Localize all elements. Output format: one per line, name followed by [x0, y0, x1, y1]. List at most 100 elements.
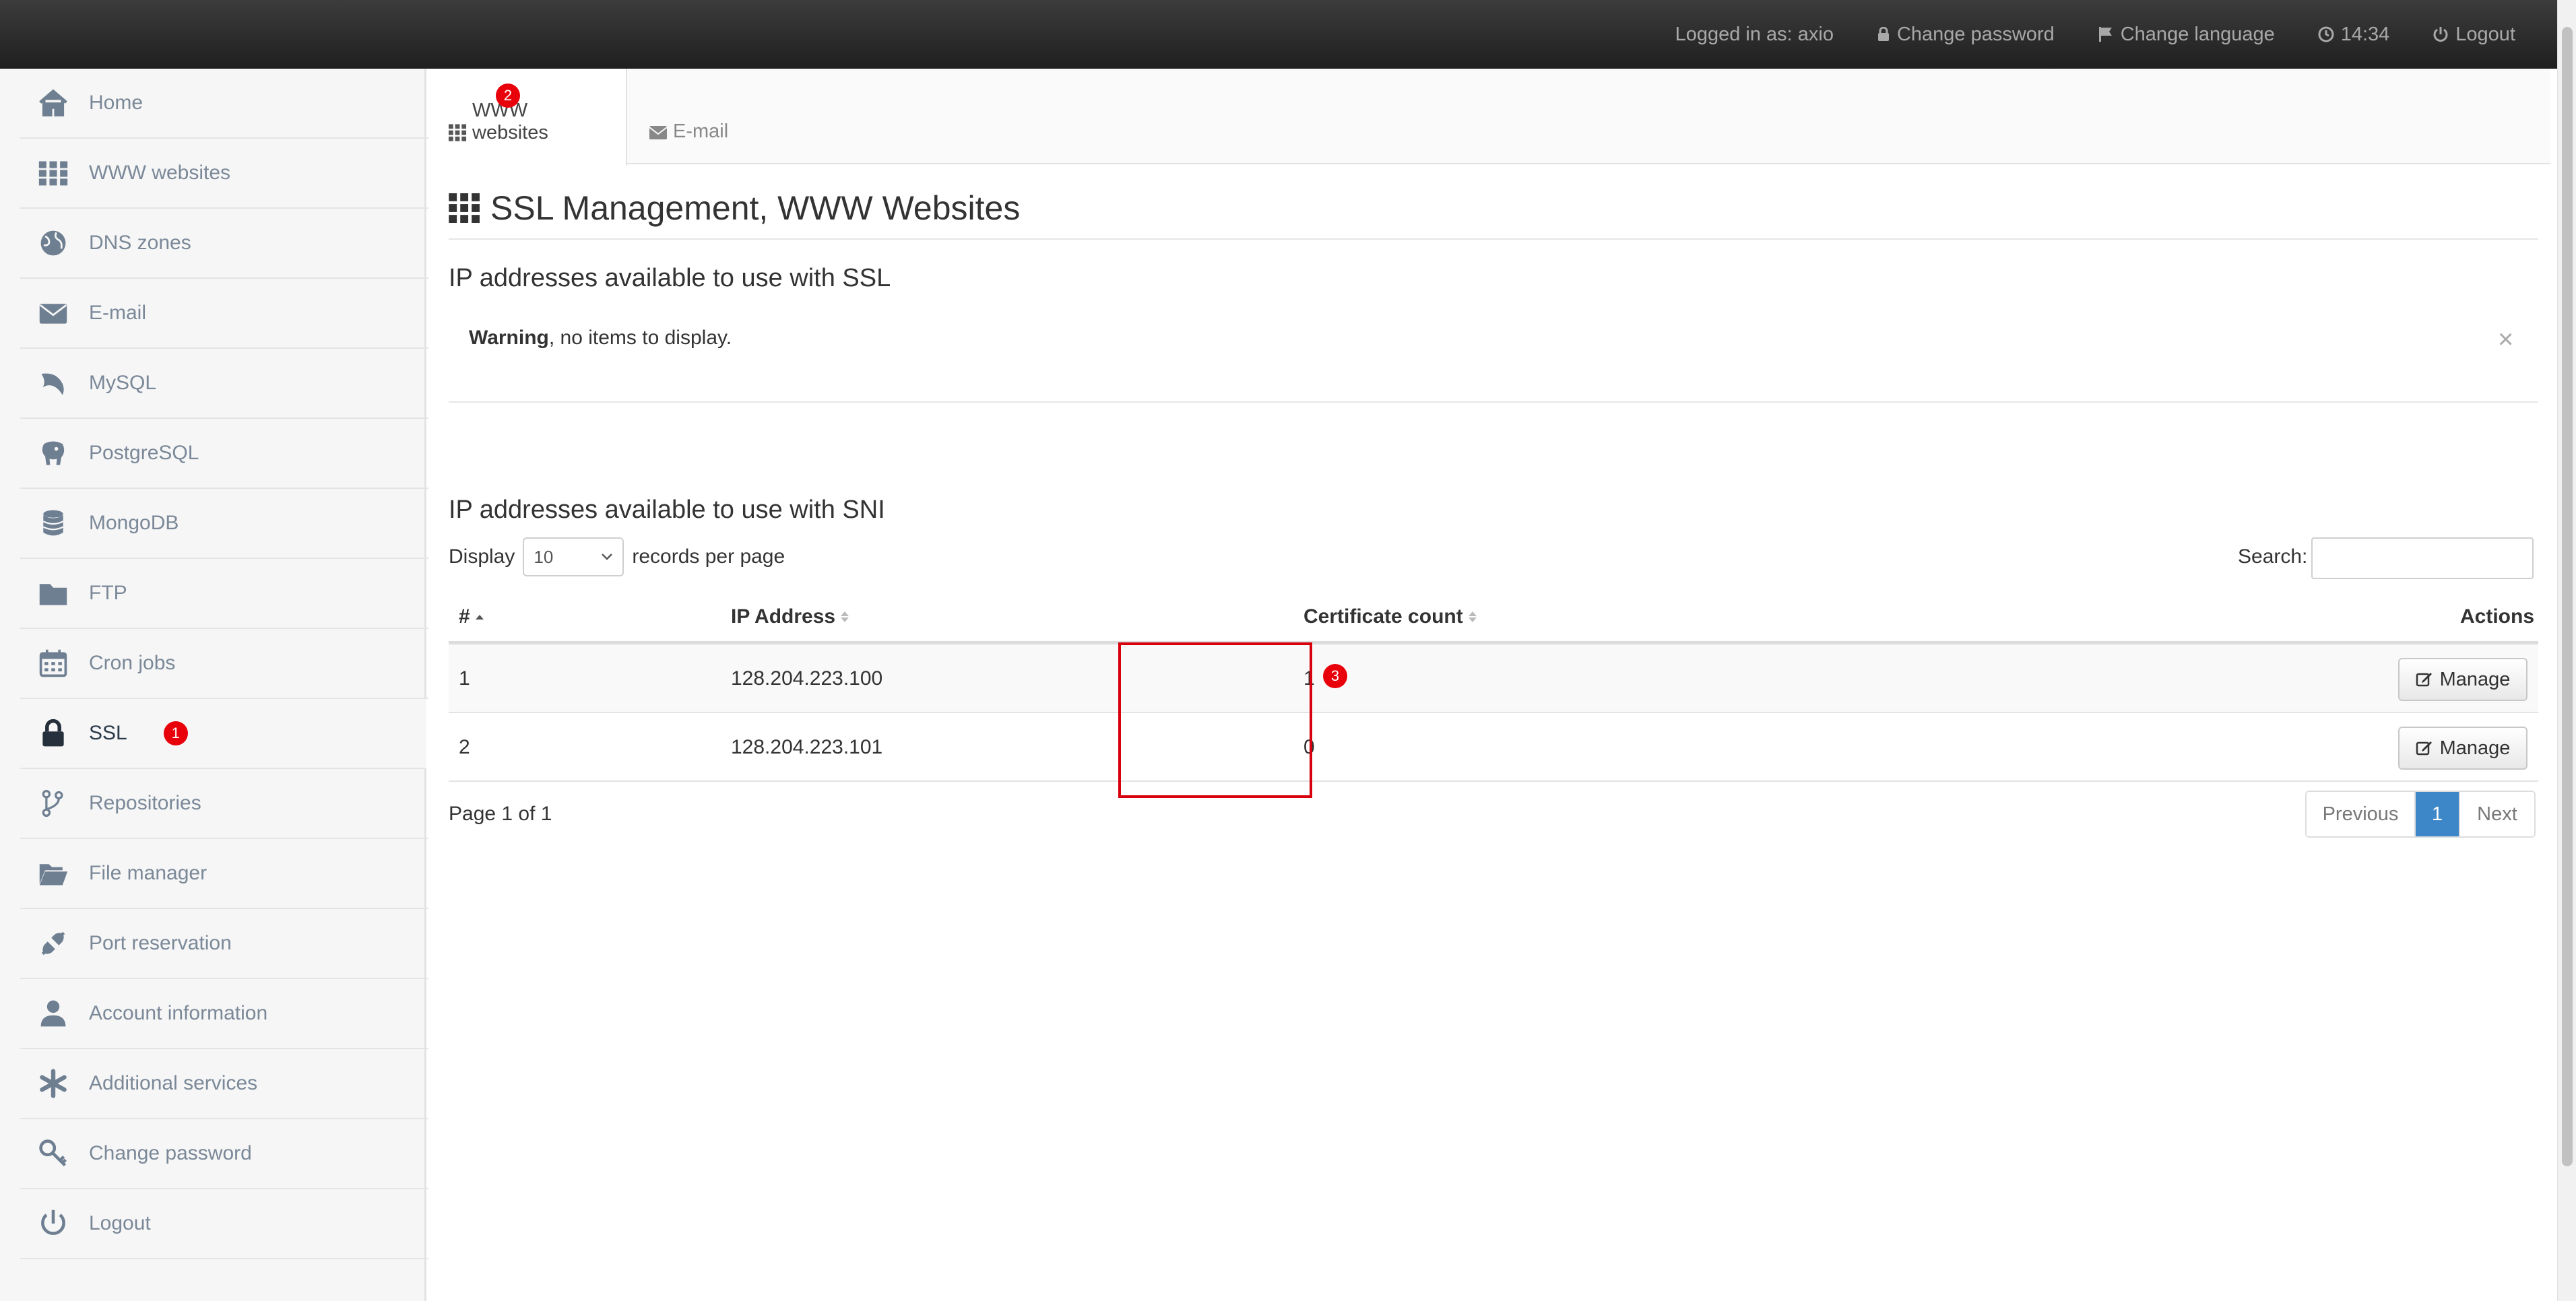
sidebar-item-mysql[interactable]: MySQL	[20, 349, 451, 419]
divider	[449, 238, 2538, 240]
column-header-num[interactable]: #	[459, 605, 484, 628]
table-row: 1 128.204.223.100 1 Manage	[449, 644, 2538, 713]
folder-icon	[36, 576, 70, 610]
logout-link[interactable]: Logout	[2433, 24, 2515, 46]
cell-ip: 128.204.223.101	[731, 736, 883, 758]
sidebar-item-www-websites[interactable]: WWW websites	[20, 139, 451, 209]
sidebar-item-ftp[interactable]: FTP	[20, 559, 451, 629]
envelope-icon	[649, 126, 668, 139]
calendar-icon	[36, 646, 70, 680]
sidebar-item-label: MySQL	[89, 372, 157, 394]
close-icon[interactable]: ×	[2498, 325, 2513, 355]
sidebar-item-cron-jobs[interactable]: Cron jobs	[20, 629, 451, 699]
pagination-previous[interactable]: Previous	[2307, 792, 2416, 836]
grid-icon	[449, 193, 480, 223]
sidebar-badge: 1	[163, 721, 188, 745]
sidebar-item-additional-services[interactable]: Additional services	[20, 1049, 451, 1119]
sidebar-item-label: Logout	[89, 1212, 151, 1234]
change-language-text: Change language	[2120, 23, 2275, 45]
warning-text: , no items to display.	[548, 327, 732, 349]
sort-icon	[475, 614, 484, 620]
sidebar-item-repositories[interactable]: Repositories	[20, 769, 451, 839]
sidebar-item-label: File manager	[89, 862, 207, 884]
cell-num: 1	[459, 667, 470, 690]
manage-button[interactable]: Manage	[2398, 727, 2527, 770]
change-password-link[interactable]: Change password	[1877, 24, 2055, 46]
sort-icon	[1468, 611, 1477, 622]
column-header-cert-label: Certificate count	[1303, 605, 1463, 628]
change-language-link[interactable]: Change language	[2098, 24, 2275, 46]
logout-text: Logout	[2455, 23, 2515, 45]
manage-button-label: Manage	[2439, 737, 2511, 759]
tab-www-websites[interactable]: 2 WWW websites	[428, 69, 627, 166]
logged-in-text: Logged in as: axio	[1675, 23, 1834, 45]
power-icon	[36, 1207, 70, 1240]
scrollbar-thumb[interactable]	[2562, 27, 2573, 1166]
main-content: 2 WWW websites E-mail SSL Management, WW…	[428, 69, 2550, 1301]
top-nav-links: Logged in as: axio Change password Chang…	[1675, 0, 2515, 69]
grid-icon	[449, 124, 467, 141]
branch-icon	[36, 787, 70, 820]
manage-button-label: Manage	[2439, 668, 2511, 690]
records-per-page-control: Display 10 records per page	[449, 537, 785, 576]
sidebar-item-logout[interactable]: Logout	[20, 1189, 451, 1259]
pagination-next[interactable]: Next	[2460, 792, 2534, 836]
scrollbar[interactable]	[2557, 0, 2576, 1301]
sidebar-item-label: FTP	[89, 582, 127, 604]
sidebar-item-account-information[interactable]: Account information	[20, 979, 451, 1049]
plug-icon	[36, 927, 70, 960]
column-header-actions: Actions	[2460, 605, 2534, 628]
clock-text: 14:34	[2340, 23, 2390, 45]
lock-icon	[36, 716, 70, 750]
pagination-page-1[interactable]: 1	[2416, 792, 2460, 836]
tab-www-websites-label: WWW websites	[472, 100, 548, 143]
elephant-icon	[36, 436, 70, 470]
sidebar-item-ssl[interactable]: SSL 1	[20, 699, 445, 769]
column-header-num-label: #	[459, 605, 470, 628]
edit-icon	[2416, 673, 2432, 687]
column-header-ip-label: IP Address	[731, 605, 836, 628]
column-header-ip[interactable]: IP Address	[731, 605, 849, 628]
envelope-icon	[36, 296, 70, 330]
pagination: Previous 1 Next	[2305, 791, 2536, 838]
logged-in-label: Logged in as: axio	[1675, 24, 1834, 46]
flag-icon	[2098, 27, 2112, 42]
sidebar-item-file-manager[interactable]: File manager	[20, 839, 451, 909]
sidebar-item-label: Change password	[89, 1142, 252, 1164]
manage-button[interactable]: Manage	[2398, 658, 2527, 701]
sidebar-item-home[interactable]: Home	[20, 69, 451, 139]
home-icon	[36, 86, 70, 120]
ssl-section-title: IP addresses available to use with SSL	[449, 264, 891, 292]
chevron-down-icon	[602, 554, 613, 560]
sidebar-item-label: Port reservation	[89, 932, 232, 954]
tab-email[interactable]: E-mail	[629, 69, 750, 164]
sidebar-item-label: E-mail	[89, 302, 147, 324]
tab-bar: 2 WWW websites E-mail	[428, 69, 2550, 166]
sidebar-item-label: Cron jobs	[89, 652, 176, 674]
sidebar-item-dns-zones[interactable]: DNS zones	[20, 209, 451, 279]
search-label: Search:	[2238, 545, 2308, 568]
sidebar-item-label: WWW websites	[89, 162, 230, 184]
warning-strong: Warning	[469, 327, 549, 349]
sidebar-item-port-reservation[interactable]: Port reservation	[20, 909, 451, 979]
page-title: SSL Management, WWW Websites	[449, 189, 1020, 228]
globe-icon	[36, 226, 70, 260]
sidebar-item-change-password[interactable]: Change password	[20, 1119, 451, 1189]
sidebar-item-label: MongoDB	[89, 512, 179, 534]
column-header-cert[interactable]: Certificate count	[1303, 605, 1477, 628]
clock-display: 14:34	[2318, 23, 2390, 46]
user-icon	[36, 997, 70, 1030]
sidebar-item-e-mail[interactable]: E-mail	[20, 279, 451, 349]
search-input[interactable]	[2311, 537, 2534, 579]
per-page-select[interactable]: 10	[523, 537, 624, 576]
divider	[449, 401, 2538, 403]
tab-badge: 2	[496, 84, 520, 108]
sidebar-item-label: PostgreSQL	[89, 442, 199, 464]
sidebar-item-postgresql[interactable]: PostgreSQL	[20, 419, 451, 489]
per-page-value: 10	[534, 546, 554, 567]
highlight-badge: 3	[1323, 664, 1347, 688]
sidebar-item-mongodb[interactable]: MongoDB	[20, 489, 451, 559]
table-row: 2 128.204.223.101 0 Manage	[449, 713, 2538, 782]
asterisk-icon	[36, 1067, 70, 1100]
lock-icon	[1877, 27, 1889, 41]
